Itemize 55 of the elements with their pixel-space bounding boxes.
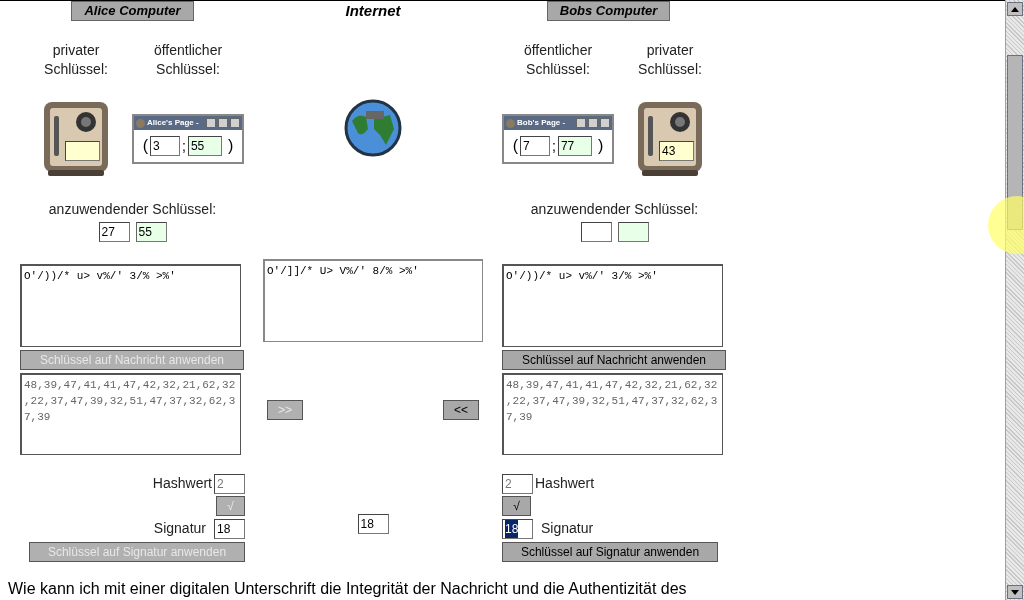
- hash-field[interactable]: 2: [214, 473, 245, 494]
- hash-label: Hashwert: [535, 474, 595, 493]
- codes-textarea[interactable]: 48,39,47,41,41,47,42,32,21,62,32,22,37,47,39,32,51,47,37,32,62,37,39: [20, 373, 241, 455]
- action-button[interactable]: √: [502, 496, 531, 516]
- signature-label: Signatur: [153, 519, 206, 538]
- close-icon[interactable]: [230, 118, 240, 128]
- exponent-field[interactable]: 7: [520, 136, 551, 156]
- modulus-field[interactable]: 55: [187, 136, 222, 156]
- paren-text: ): [597, 136, 604, 156]
- action-button[interactable]: Schlüssel auf Signatur anwenden: [502, 542, 718, 562]
- hash-field[interactable]: 2: [502, 473, 533, 494]
- signature-field[interactable]: 18: [357, 514, 389, 534]
- message-textarea[interactable]: O'/]]/* U> V%/' 8/% >%': [263, 259, 483, 342]
- apply-key-label: anzuwendender Schlüssel:: [47, 200, 218, 219]
- key-label: privater Schlüssel:: [637, 41, 703, 79]
- separator-text: ;: [182, 136, 186, 156]
- window-title: Bob's Page -: [517, 117, 567, 129]
- header-label: Alice Computer: [71, 1, 194, 21]
- signature-field[interactable]: 18: [502, 518, 533, 539]
- paren-text: ): [227, 136, 234, 156]
- exponent-field[interactable]: 3: [150, 136, 181, 156]
- globe-icon: [344, 99, 402, 157]
- codes-textarea[interactable]: 48,39,47,41,41,47,42,32,21,62,32,22,37,47,39,32,51,47,37,32,62,37,39: [502, 373, 723, 455]
- minimize-icon[interactable]: [576, 118, 586, 128]
- key-field[interactable]: 27: [98, 222, 130, 242]
- paren-text: (: [512, 136, 519, 156]
- window-icon: [506, 118, 515, 128]
- window-title: Alice's Page -: [147, 117, 200, 129]
- signature-field[interactable]: 18: [214, 518, 245, 539]
- internet-heading: Internet: [345, 1, 401, 21]
- apply-key-label: anzuwendender Schlüssel:: [529, 200, 700, 219]
- key-label: öffentlicher Schlüssel:: [522, 41, 594, 79]
- key-field[interactable]: [580, 222, 612, 242]
- paren-text: (: [142, 136, 149, 156]
- message-textarea[interactable]: O'/))/* u> v%/' 3/% >%': [20, 264, 241, 347]
- key-field[interactable]: 55: [135, 222, 167, 242]
- maximize-icon[interactable]: [218, 118, 228, 128]
- private-key-field[interactable]: 43: [659, 141, 694, 161]
- hash-label: Hashwert: [152, 474, 212, 493]
- key-field[interactable]: [617, 222, 649, 242]
- action-button[interactable]: <<: [443, 400, 479, 420]
- key-label: privater Schlüssel:: [43, 41, 109, 79]
- maximize-icon[interactable]: [588, 118, 598, 128]
- private-key-field[interactable]: [65, 141, 100, 161]
- message-textarea[interactable]: O'/))/* u> v%/' 3/% >%': [502, 264, 723, 347]
- window-icon: [136, 118, 145, 128]
- header-label: Bobs Computer: [546, 1, 671, 21]
- action-button[interactable]: Schlüssel auf Nachricht anwenden: [502, 350, 726, 370]
- signature-label: Signatur: [541, 519, 594, 538]
- close-icon[interactable]: [600, 118, 610, 128]
- separator-text: ;: [552, 136, 556, 156]
- key-label: öffentlicher Schlüssel:: [152, 41, 224, 79]
- question-text: Wie kann ich mit einer digitalen Unterschrift die Integrität der Nachricht und die Authentizität des: [8, 579, 687, 599]
- minimize-icon[interactable]: [206, 118, 216, 128]
- modulus-field[interactable]: 77: [557, 136, 592, 156]
